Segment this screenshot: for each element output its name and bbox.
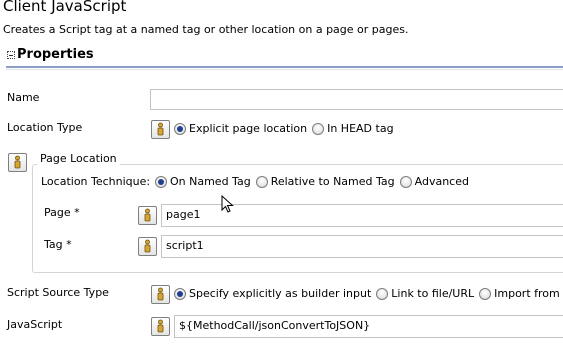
radio-label-in-head-tag[interactable]: In HEAD tag [327,122,393,135]
builder-input-picker-icon [144,239,151,253]
script-source-picker-button[interactable] [151,285,170,304]
builder-input-picker-icon [157,122,164,136]
javascript-input[interactable]: ${MethodCall/jsonConvertToJSON} [174,315,563,338]
radio-specify-explicitly[interactable] [174,287,186,300]
radio-in-head-tag[interactable] [312,122,325,135]
page-location-group-label: Page Location [37,152,120,165]
name-input[interactable] [150,89,563,110]
script-source-type-label: Script Source Type [7,286,109,299]
builder-input-picker-icon [157,287,164,301]
radio-label-on-named-tag[interactable]: On Named Tag [170,175,251,188]
page-location-picker-button[interactable] [8,153,27,172]
location-type-picker-button[interactable] [151,120,170,139]
radio-link-to-file-url[interactable] [376,287,389,300]
page-description: Creates a Script tag at a named tag or o… [3,23,409,36]
radio-label-link-to-file-url[interactable]: Link to file/URL [391,287,474,300]
builder-input-picker-icon [14,155,21,169]
location-technique-radio-group: On Named Tag Relative to Named Tag Advan… [155,175,474,188]
builder-input-picker-icon [144,208,151,222]
tag-label: Tag * [44,238,72,251]
builder-input-picker-icon [157,319,164,333]
tag-input[interactable]: script1 [161,235,563,258]
name-label: Name [7,91,40,104]
javascript-picker-button[interactable] [151,317,170,336]
radio-import-from-file[interactable] [479,287,492,300]
tag-picker-button[interactable] [138,237,157,256]
page-title: Client JavaScript [3,0,127,15]
section-divider-shadow [6,69,563,70]
page-label: Page * [44,206,80,219]
section-divider [6,66,563,68]
section-collapse-icon[interactable] [7,50,15,59]
radio-explicit-page-location[interactable] [174,122,186,135]
radio-relative-to-named-tag[interactable] [255,175,268,188]
script-source-radio-group: Specify explicitly as builder input Link… [174,287,563,300]
properties-section-label: Properties [17,47,94,62]
radio-advanced[interactable] [399,175,412,188]
location-type-radio-group: Explicit page location In HEAD tag [174,122,399,135]
radio-label-explicit-page-location[interactable]: Explicit page location [189,122,307,135]
radio-label-advanced[interactable]: Advanced [415,175,469,188]
page-picker-button[interactable] [138,206,157,225]
radio-on-named-tag[interactable] [155,175,167,188]
radio-label-relative-to-named-tag[interactable]: Relative to Named Tag [271,175,395,188]
radio-label-import-from-file[interactable]: Import from fil [494,287,563,300]
mouse-cursor-icon [221,195,234,213]
radio-label-specify-explicitly[interactable]: Specify explicitly as builder input [189,287,371,300]
location-type-label: Location Type [7,121,83,134]
javascript-label: JavaScript [7,318,63,331]
properties-section-header[interactable]: Properties [7,47,94,62]
location-technique-label: Location Technique: [41,175,151,188]
